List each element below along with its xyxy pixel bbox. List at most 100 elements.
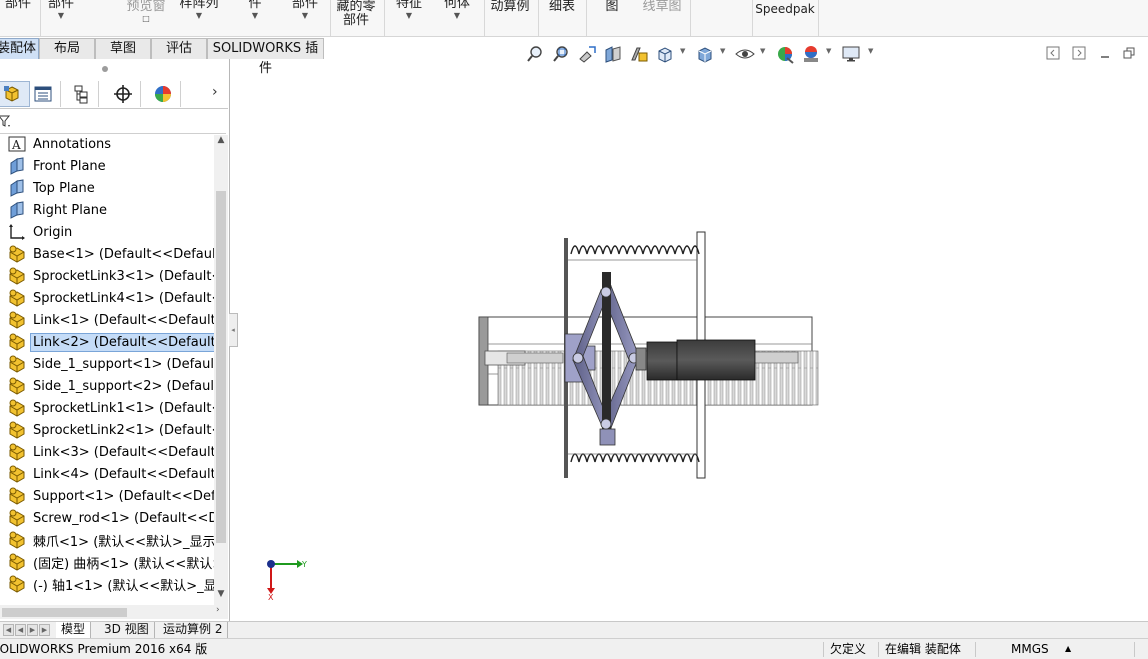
hide-show-items-icon[interactable] <box>734 43 756 65</box>
tab-3d-views[interactable]: 3D 视图 <box>99 622 155 638</box>
ribbon-button-4[interactable]: 件 ▼ <box>240 0 270 33</box>
tree-item-label: Side_1_support<1> (Default<<I <box>33 356 214 372</box>
dynamic-annotation-view-icon[interactable] <box>628 43 650 65</box>
tree-item-label: Annotations <box>33 136 112 152</box>
status-separator <box>823 642 824 657</box>
chevron-right-icon[interactable]: › <box>212 84 218 100</box>
panel-grip-handle[interactable] <box>102 66 108 72</box>
tree-item-label: SprocketLink2<1> (Default<<D <box>33 422 214 438</box>
tab-sketch[interactable]: 草图 <box>95 38 151 59</box>
tree-item-label: SprocketLink4<1> (Default<<D <box>33 290 214 306</box>
ribbon-button-9[interactable]: 动算例 <box>488 0 532 36</box>
scrollbar-thumb[interactable] <box>216 191 226 543</box>
tree-item[interactable]: Link<1> (Default<<Default>_Ph <box>0 309 214 331</box>
ribbon-button-10[interactable]: 细表 <box>544 0 580 36</box>
graphics-area[interactable]: Y X <box>239 68 1148 620</box>
ribbon-separator <box>384 0 385 36</box>
section-view-icon[interactable] <box>602 43 624 65</box>
tree-item[interactable]: Link<2> (Default<<Default>_Ph <box>0 331 214 353</box>
last-tab-icon[interactable]: ▶ <box>39 624 50 636</box>
dimxpert-manager-tab[interactable] <box>105 81 141 107</box>
chevron-down-icon[interactable]: ▼ <box>868 47 873 55</box>
property-manager-tab[interactable] <box>25 81 61 107</box>
chevron-down-icon[interactable]: ▼ <box>720 47 725 55</box>
display-manager-tab[interactable] <box>145 81 181 107</box>
tree-item[interactable]: Right Plane <box>0 199 214 221</box>
ribbon-button-6[interactable]: 藏的零 部件 <box>333 0 379 36</box>
ribbon-separator <box>484 0 485 36</box>
display-style-icon[interactable] <box>694 43 716 65</box>
ribbon-button-5[interactable]: 部件 ▼ <box>288 0 322 33</box>
unit-system-selector[interactable]: MMGS <box>1011 639 1049 659</box>
tree-item[interactable]: A Annotations <box>0 135 214 155</box>
tree-item[interactable]: SprocketLink1<1> (Default<<D <box>0 397 214 419</box>
tab-solidworks-addins[interactable]: SOLIDWORKS 插件 <box>207 38 324 76</box>
zoom-to-area-icon[interactable] <box>550 43 572 65</box>
scrollbar-thumb[interactable] <box>2 608 127 617</box>
tile-right-icon[interactable] <box>1070 44 1088 62</box>
tree-item[interactable]: Top Plane <box>0 177 214 199</box>
restore-icon[interactable] <box>1120 44 1138 62</box>
tree-item[interactable]: Side_1_support<1> (Default<<I <box>0 353 214 375</box>
tree-item[interactable]: Support<1> (Default<<Default <box>0 485 214 507</box>
previous-view-icon[interactable] <box>576 43 598 65</box>
tab-layout[interactable]: 布局 <box>39 38 95 59</box>
part-icon <box>7 310 27 330</box>
first-tab-icon[interactable]: ◀ <box>3 624 14 636</box>
scroll-up-icon[interactable]: ▲ <box>214 135 228 149</box>
filter-row[interactable] <box>0 110 226 134</box>
tree-item[interactable]: Origin <box>0 221 214 243</box>
tree-item[interactable]: (固定) 曲柄<1> (默认<<默认>_显 <box>0 551 214 573</box>
tree-vertical-scrollbar[interactable]: ▲ ▼ <box>214 135 228 605</box>
chevron-down-icon[interactable]: ▼ <box>680 47 685 55</box>
ribbon-separator <box>818 0 819 36</box>
ribbon-button-13[interactable]: Speedpak <box>755 2 815 38</box>
tree-horizontal-scrollbar[interactable]: › <box>0 605 228 619</box>
scroll-down-icon[interactable]: ▼ <box>214 589 228 603</box>
tree-item[interactable]: Link<4> (Default<<Default>_Ph <box>0 463 214 485</box>
tab-assembly[interactable]: 装配体 <box>0 38 39 59</box>
chevron-down-icon: ▼ <box>57 11 65 20</box>
panel-collapse-handle[interactable]: ◂ <box>229 313 238 347</box>
tree-item[interactable]: Screw_rod<1> (Default<<Defau <box>0 507 214 529</box>
tree-item[interactable]: 棘爪<1> (默认<<默认>_显示状态 <box>0 529 214 551</box>
ribbon-button-12[interactable]: 线草图 <box>638 0 686 36</box>
ribbon-button-7[interactable]: 特征 ▼ <box>392 0 426 33</box>
ribbon-button-3[interactable]: 样阵列 ▼ <box>176 0 222 33</box>
ribbon-button-1[interactable]: 部件 ▼ <box>46 0 76 33</box>
ribbon-button-8[interactable]: 何体 ▼ <box>440 0 474 33</box>
tree-item[interactable]: Link<3> (Default<<Default>_Ph <box>0 441 214 463</box>
tab-label: 模型 <box>61 622 86 636</box>
minimize-icon[interactable] <box>1096 44 1114 62</box>
apply-scene-icon[interactable] <box>800 43 822 65</box>
configuration-manager-tab[interactable] <box>63 81 99 107</box>
chevron-down-icon[interactable]: ▼ <box>826 47 831 55</box>
ribbon-button-2[interactable]: 预览窗 □ <box>118 0 174 36</box>
view-settings-monitor-icon[interactable] <box>840 43 862 65</box>
tab-evaluate[interactable]: 评估 <box>151 38 207 59</box>
ribbon-button-11[interactable]: 图 <box>600 0 624 36</box>
tree-item[interactable]: Front Plane <box>0 155 214 177</box>
tree-item[interactable]: SprocketLink4<1> (Default<<D <box>0 287 214 309</box>
part-icon <box>7 420 27 440</box>
filter-icon[interactable] <box>0 114 12 128</box>
zoom-to-fit-icon[interactable] <box>524 43 546 65</box>
ribbon-button-0[interactable]: 部件 <box>0 0 36 33</box>
crosshair-icon <box>113 85 132 103</box>
tab-model[interactable]: 模型 <box>56 622 92 638</box>
tile-left-icon[interactable] <box>1044 44 1062 62</box>
edit-appearance-icon[interactable] <box>774 43 796 65</box>
tab-motion-study-2[interactable]: 运动算例 2 <box>158 622 229 638</box>
tree-item[interactable]: SprocketLink2<1> (Default<<D <box>0 419 214 441</box>
previous-tab-icon[interactable]: ◀ <box>15 624 26 636</box>
tree-item[interactable]: Side_1_support<2> (Default<<I <box>0 375 214 397</box>
tree-item[interactable]: (-) 轴1<1> (默认<<默认>_显示状 <box>0 573 214 595</box>
view-orientation-icon[interactable] <box>654 43 676 65</box>
tree-item[interactable]: Base<1> (Default<<Default>_P <box>0 243 214 265</box>
next-tab-icon[interactable]: ▶ <box>27 624 38 636</box>
scroll-right-icon[interactable]: › <box>216 605 220 615</box>
chevron-up-icon[interactable]: ▲ <box>1065 639 1071 659</box>
tree-item[interactable]: SprocketLink3<1> (Default<<D <box>0 265 214 287</box>
chevron-down-icon[interactable]: ▼ <box>760 47 765 55</box>
assembly-model-view[interactable] <box>239 68 1148 620</box>
